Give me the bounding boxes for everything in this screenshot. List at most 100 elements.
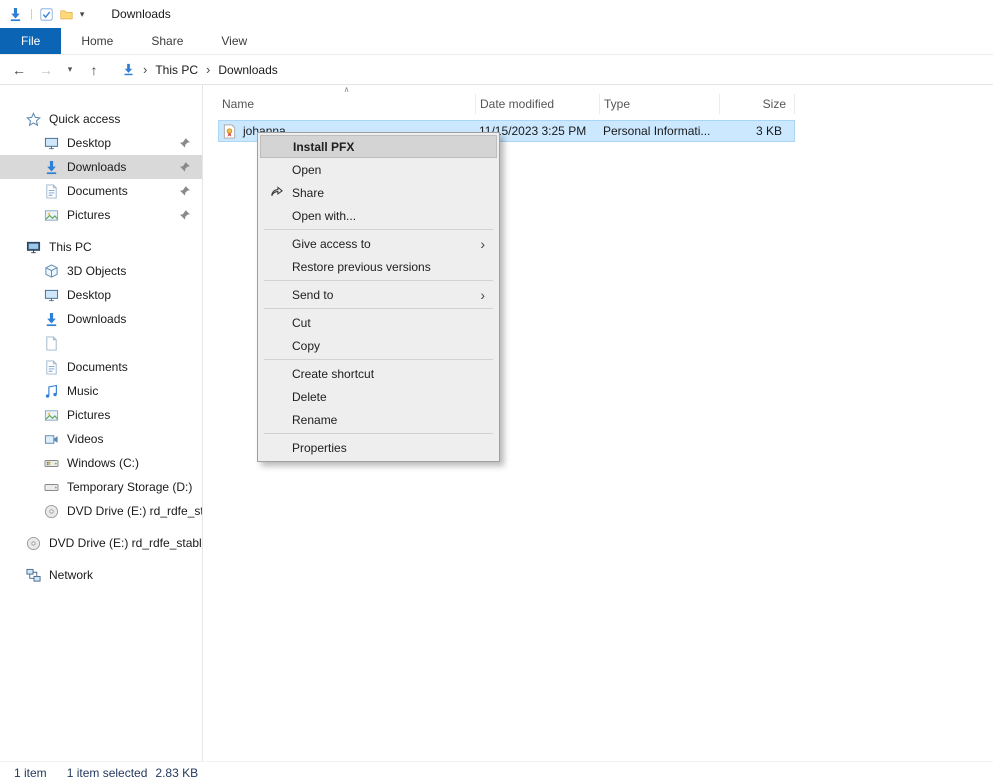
- menu-item-rename[interactable]: Rename: [260, 408, 497, 431]
- quick-access-new-folder-icon[interactable]: [60, 8, 73, 21]
- menu-item-give-access-to[interactable]: Give access to ›: [260, 232, 497, 255]
- menu-separator: [264, 359, 493, 360]
- column-label: Size: [763, 97, 786, 111]
- sidebar-item-music[interactable]: Music: [0, 379, 202, 403]
- menu-separator: [264, 229, 493, 230]
- file-size: 3 KB: [719, 124, 792, 138]
- sidebar-item-unnamed[interactable]: [0, 331, 202, 355]
- sidebar-label: Documents: [67, 184, 128, 198]
- sidebar-label: Videos: [67, 432, 103, 446]
- downloads-icon: [44, 160, 59, 175]
- quick-access-properties-icon[interactable]: [40, 8, 53, 21]
- context-menu: Install PFX Open Share Open with... Give…: [257, 132, 500, 462]
- menu-label: Give access to: [292, 237, 371, 251]
- item-count: 1 item: [14, 766, 47, 780]
- breadcrumb-chevron-icon: ›: [141, 62, 149, 77]
- sidebar-item-dvd-drive-e-root[interactable]: DVD Drive (E:) rd_rdfe_stable.T: [0, 531, 202, 555]
- breadcrumb: › This PC › Downloads: [122, 62, 278, 77]
- windows-drive-icon: [44, 456, 59, 471]
- sidebar-label: 3D Objects: [67, 264, 126, 278]
- column-header-date-modified[interactable]: Date modified: [476, 94, 600, 114]
- up-button[interactable]: ↑: [85, 63, 103, 77]
- pin-icon: [178, 185, 191, 198]
- column-header-type[interactable]: Type: [600, 94, 720, 114]
- menu-label: Delete: [292, 390, 327, 404]
- menu-label: Copy: [292, 339, 320, 353]
- menu-item-copy[interactable]: Copy: [260, 334, 497, 357]
- sidebar-item-pictures-pinned[interactable]: Pictures: [0, 203, 202, 227]
- sidebar-label: Pictures: [67, 408, 110, 422]
- menu-label: Share: [292, 186, 324, 200]
- sidebar-item-temporary-storage-d[interactable]: Temporary Storage (D:): [0, 475, 202, 499]
- navigation-pane: Quick access Desktop Downloads Documents…: [0, 85, 203, 761]
- back-button[interactable]: ←: [10, 63, 28, 77]
- breadcrumb-this-pc[interactable]: This PC: [155, 63, 198, 77]
- ribbon-tabs: File Home Share View: [0, 28, 993, 54]
- desktop-icon: [44, 136, 59, 151]
- menu-label: Send to: [292, 288, 333, 302]
- column-label: Type: [604, 97, 630, 111]
- menu-item-properties[interactable]: Properties: [260, 436, 497, 459]
- sidebar-label: Downloads: [67, 312, 126, 326]
- menu-item-share[interactable]: Share: [260, 181, 497, 204]
- sidebar-item-pictures[interactable]: Pictures: [0, 403, 202, 427]
- column-header-size[interactable]: Size: [720, 94, 795, 114]
- breadcrumb-chevron-icon: ›: [204, 62, 212, 77]
- title-bar: | ▾ Downloads: [0, 0, 993, 28]
- app-downloads-icon: [8, 7, 23, 22]
- sidebar-item-videos[interactable]: Videos: [0, 427, 202, 451]
- sidebar-item-downloads[interactable]: Downloads: [0, 307, 202, 331]
- menu-separator: [264, 280, 493, 281]
- sidebar-item-documents-pinned[interactable]: Documents: [0, 179, 202, 203]
- tab-file[interactable]: File: [0, 28, 61, 54]
- submenu-chevron-icon: ›: [480, 288, 485, 302]
- sidebar-item-dvd-drive-e[interactable]: DVD Drive (E:) rd_rdfe_stable: [0, 499, 202, 523]
- sidebar-label: Pictures: [67, 208, 110, 222]
- window-title: Downloads: [111, 7, 170, 21]
- sidebar-label: Windows (C:): [67, 456, 139, 470]
- sidebar-item-windows-c[interactable]: Windows (C:): [0, 451, 202, 475]
- explorer-window: | ▾ Downloads File Home Share View ← → ▾…: [0, 0, 993, 783]
- sidebar-label: DVD Drive (E:) rd_rdfe_stable.T: [49, 536, 203, 550]
- tab-home[interactable]: Home: [63, 28, 131, 54]
- menu-item-send-to[interactable]: Send to ›: [260, 283, 497, 306]
- sidebar-label: Documents: [67, 360, 128, 374]
- menu-item-install-pfx[interactable]: Install PFX: [260, 135, 497, 158]
- sidebar-label: This PC: [49, 240, 92, 254]
- customize-toolbar-dropdown-icon[interactable]: ▾: [80, 9, 85, 20]
- sidebar-item-desktop[interactable]: Desktop: [0, 283, 202, 307]
- sort-ascending-icon: ∧: [344, 85, 350, 94]
- menu-item-open-with[interactable]: Open with...: [260, 204, 497, 227]
- menu-item-create-shortcut[interactable]: Create shortcut: [260, 362, 497, 385]
- recent-locations-dropdown-icon[interactable]: ▾: [64, 64, 76, 75]
- toolbar-separator: |: [30, 8, 33, 20]
- column-label: Name: [222, 97, 254, 111]
- sidebar-section-quick-access[interactable]: Quick access: [0, 107, 202, 131]
- menu-item-restore-previous-versions[interactable]: Restore previous versions: [260, 255, 497, 278]
- desktop-icon: [44, 288, 59, 303]
- pin-icon: [178, 209, 191, 222]
- sidebar-item-desktop-pinned[interactable]: Desktop: [0, 131, 202, 155]
- sidebar-item-network[interactable]: Network: [0, 563, 202, 587]
- menu-item-open[interactable]: Open: [260, 158, 497, 181]
- tab-share[interactable]: Share: [133, 28, 201, 54]
- sidebar-item-3d-objects[interactable]: 3D Objects: [0, 259, 202, 283]
- sidebar-label: Downloads: [67, 160, 126, 174]
- menu-label: Rename: [292, 413, 337, 427]
- sidebar-label: Network: [49, 568, 93, 582]
- sidebar-section-this-pc[interactable]: This PC: [0, 235, 202, 259]
- sidebar-item-downloads-pinned[interactable]: Downloads: [0, 155, 202, 179]
- menu-label: Create shortcut: [292, 367, 374, 381]
- menu-item-delete[interactable]: Delete: [260, 385, 497, 408]
- forward-button[interactable]: →: [37, 63, 55, 77]
- sidebar-label: DVD Drive (E:) rd_rdfe_stable: [67, 504, 203, 518]
- menu-item-cut[interactable]: Cut: [260, 311, 497, 334]
- tab-view[interactable]: View: [203, 28, 265, 54]
- sidebar-label: Quick access: [49, 112, 120, 126]
- breadcrumb-downloads[interactable]: Downloads: [218, 63, 277, 77]
- quick-access-star-icon: [26, 112, 41, 127]
- column-header-name[interactable]: ∧ Name: [218, 94, 476, 114]
- menu-label: Open: [292, 163, 321, 177]
- sidebar-item-documents[interactable]: Documents: [0, 355, 202, 379]
- disc-icon: [44, 504, 59, 519]
